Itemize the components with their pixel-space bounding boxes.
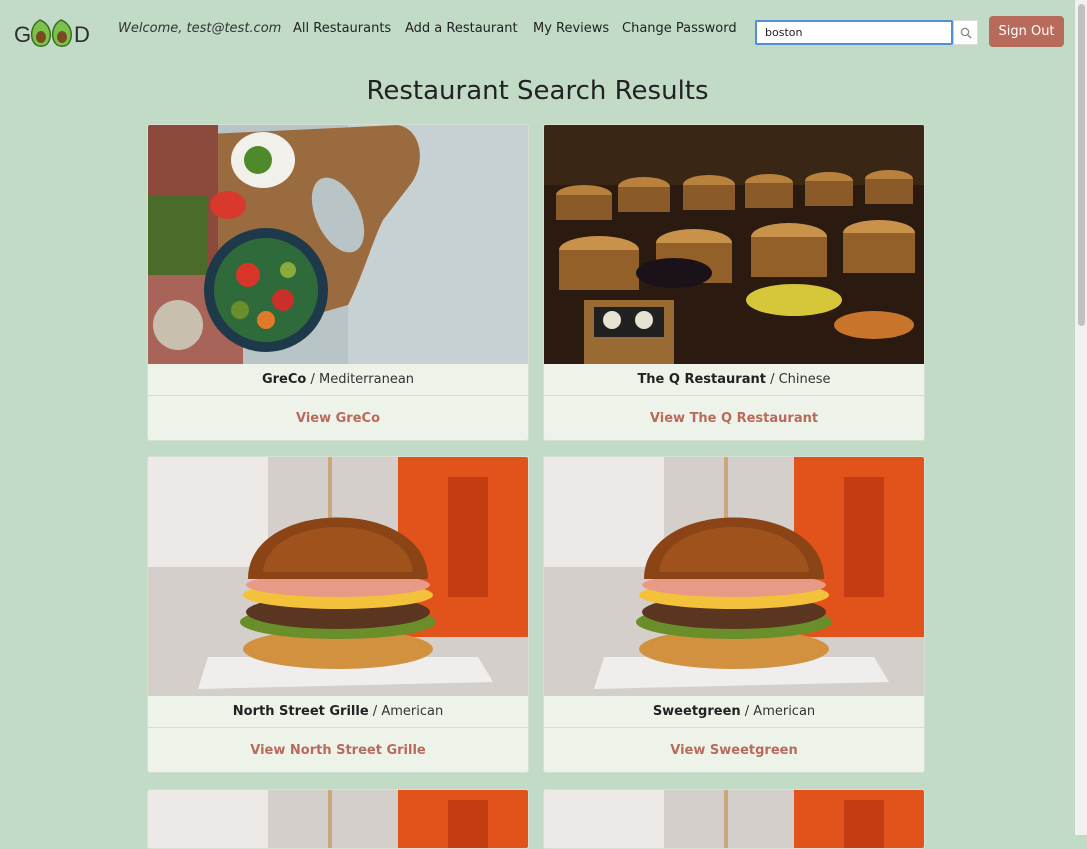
restaurant-cuisine: Mediterranean — [318, 372, 415, 387]
restaurant-name: North Street Grille — [232, 704, 369, 719]
restaurant-info: North Street Grille / American — [148, 696, 528, 728]
restaurant-cuisine: Chinese — [778, 372, 831, 387]
nav-add-restaurant[interactable]: Add a Restaurant — [405, 21, 518, 36]
restaurant-photo-north-street-grille — [148, 457, 528, 696]
restaurant-photo-greco — [148, 125, 528, 364]
restaurant-photo-sweetgreen — [544, 457, 924, 696]
view-restaurant-link[interactable]: View The Q Restaurant — [544, 396, 924, 440]
view-restaurant-link[interactable]: View Sweetgreen — [544, 728, 924, 772]
search-button[interactable] — [954, 20, 978, 45]
restaurant-card-partial — [543, 789, 925, 849]
restaurant-card: North Street Grille / American View Nort… — [147, 456, 529, 773]
svg-text:G: G — [14, 22, 31, 47]
svg-text:D: D — [74, 22, 90, 47]
restaurant-info: GreCo / Mediterranean — [148, 364, 528, 396]
welcome-message: Welcome, test@test.com — [118, 21, 282, 36]
separator: / — [765, 372, 779, 387]
restaurant-name: The Q Restaurant — [637, 372, 766, 387]
separator: / — [740, 704, 754, 719]
scrollbar-thumb[interactable] — [1078, 4, 1085, 326]
separator: / — [306, 372, 319, 387]
restaurant-name: Sweetgreen — [652, 704, 741, 719]
nav-all-restaurants[interactable]: All Restaurants — [293, 21, 391, 36]
nav-change-password[interactable]: Change Password — [622, 21, 737, 36]
restaurant-photo-the-q — [544, 125, 924, 364]
restaurant-card: Sweetgreen / American View Sweetgreen — [543, 456, 925, 773]
restaurant-card: The Q Restaurant / Chinese View The Q Re… — [543, 124, 925, 441]
view-restaurant-link[interactable]: View GreCo — [148, 396, 528, 440]
restaurant-cuisine: American — [753, 704, 816, 719]
nav-my-reviews[interactable]: My Reviews — [533, 21, 609, 36]
good-logo[interactable]: G D — [14, 14, 96, 52]
sign-out-button[interactable]: Sign Out — [989, 16, 1064, 47]
search-input[interactable] — [755, 20, 953, 45]
restaurant-card: GreCo / Mediterranean View GreCo — [147, 124, 529, 441]
page-scrollbar[interactable] — [1075, 0, 1087, 835]
separator: / — [368, 704, 382, 719]
restaurant-info: The Q Restaurant / Chinese — [544, 364, 924, 396]
restaurant-name: GreCo — [261, 372, 307, 387]
restaurant-photo-partial — [148, 790, 528, 848]
search-icon — [960, 27, 972, 39]
restaurant-photo-partial — [544, 790, 924, 848]
restaurant-card-partial — [147, 789, 529, 849]
restaurant-info: Sweetgreen / American — [544, 696, 924, 728]
top-navbar: G D Welcome, test@test.com All Restauran… — [0, 0, 1075, 64]
page-title: Restaurant Search Results — [366, 76, 709, 106]
restaurant-cuisine: American — [381, 704, 444, 719]
view-restaurant-link[interactable]: View North Street Grille — [148, 728, 528, 772]
